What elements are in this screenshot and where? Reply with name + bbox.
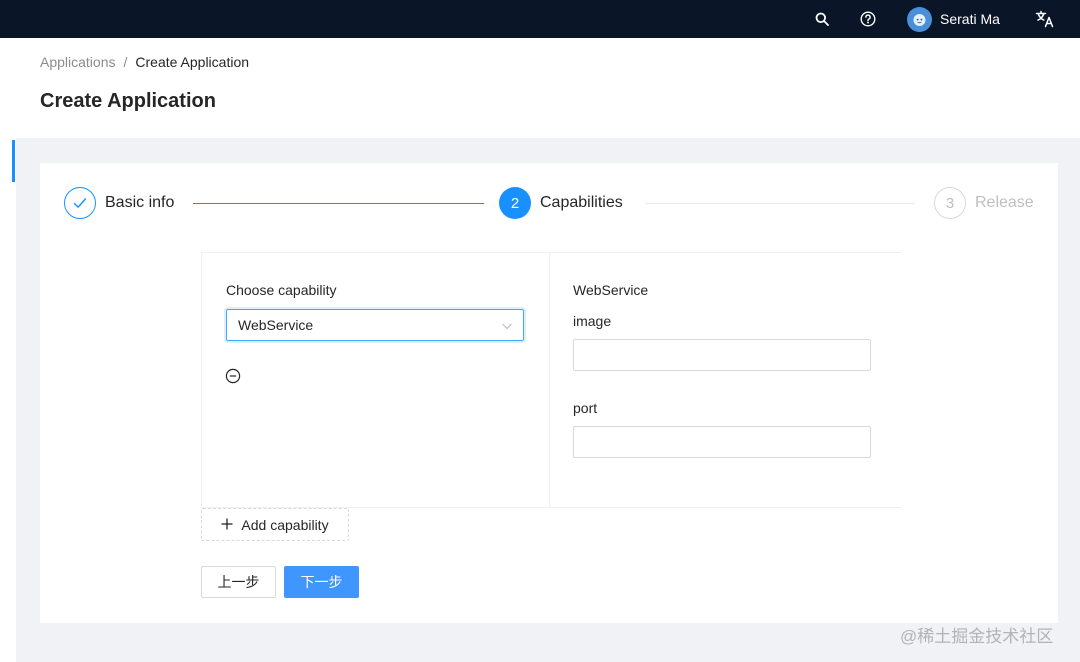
image-input[interactable] xyxy=(573,339,871,371)
prev-step-button[interactable]: 上一步 xyxy=(201,566,276,598)
capability-select[interactable]: WebService xyxy=(226,309,524,341)
panel-divider-left xyxy=(201,253,202,507)
user-name: Serati Ma xyxy=(940,11,1000,27)
port-field-label: port xyxy=(573,400,598,416)
chevron-down-icon xyxy=(501,319,513,335)
add-capability-label: Add capability xyxy=(241,516,329,533)
breadcrumb: Applications / Create Application xyxy=(40,54,249,70)
capability-select-value: WebService xyxy=(238,317,314,333)
step-2-label: Capabilities xyxy=(540,194,623,211)
breadcrumb-separator: / xyxy=(123,54,128,70)
breadcrumb-applications[interactable]: Applications xyxy=(40,54,116,70)
next-step-button[interactable]: 下一步 xyxy=(284,566,359,598)
step-1-label: Basic info xyxy=(105,194,175,211)
image-field-label: image xyxy=(573,313,612,329)
step-3-label: Release xyxy=(975,194,1034,211)
step-release[interactable]: 3 Release xyxy=(934,187,1034,219)
side-strip xyxy=(0,138,16,662)
search-icon[interactable] xyxy=(812,7,832,31)
capability-panel: Choose capability WebService WebService … xyxy=(201,252,901,508)
page-title: Create Application xyxy=(40,90,216,112)
plus-icon xyxy=(221,517,233,533)
steps-card: Basic info 2 Capabilities 3 Release Choo… xyxy=(40,163,1058,623)
page-header: Applications / Create Application Create… xyxy=(0,38,1080,138)
remove-capability-icon[interactable] xyxy=(225,368,241,384)
port-input[interactable] xyxy=(573,426,871,458)
step-2-number: 2 xyxy=(499,187,531,219)
step-capabilities[interactable]: 2 Capabilities xyxy=(499,187,623,219)
step-1-check-icon xyxy=(64,187,96,219)
step-3-number: 3 xyxy=(934,187,966,219)
avatar xyxy=(907,6,932,32)
active-indicator xyxy=(12,140,15,182)
help-icon[interactable] xyxy=(858,7,878,31)
top-bar: Serati Ma xyxy=(0,0,1080,38)
add-capability-button[interactable]: Add capability xyxy=(201,508,349,541)
watermark: @稀土掘金技术社区 xyxy=(900,627,1054,646)
translate-icon[interactable] xyxy=(1034,7,1056,31)
choose-capability-label: Choose capability xyxy=(226,282,337,298)
step-connector-1 xyxy=(193,203,484,204)
step-basic-info[interactable]: Basic info xyxy=(64,187,174,219)
panel-divider-middle xyxy=(549,253,550,507)
capability-detail-title: WebService xyxy=(573,282,649,298)
step-connector-2 xyxy=(645,203,915,204)
user-menu[interactable]: Serati Ma xyxy=(907,6,1000,32)
breadcrumb-current: Create Application xyxy=(135,54,250,70)
